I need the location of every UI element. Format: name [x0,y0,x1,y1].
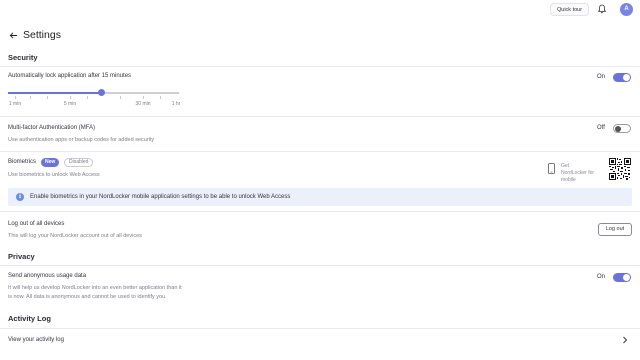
toggle-knob [623,74,630,81]
usage-toggle-label: On [597,274,606,280]
slider-tick [47,96,48,99]
log-out-button[interactable]: Log out [598,223,632,236]
get-mobile-app-text[interactable]: Get NordLocker for mobile [561,163,595,184]
logout-all-title: Log out of all devices [8,221,65,227]
divider [0,211,640,212]
slider-label-30min: 30 min [135,101,151,107]
mfa-title: Multi-factor Authentication (MFA) [8,125,96,131]
view-activity-log-link[interactable]: View your activity log [8,337,64,343]
biometrics-title: Biometrics [8,159,37,165]
qr-code-icon [609,158,631,180]
disabled-badge: Disabled [64,158,94,167]
slider-label-1hr: 1 hr [171,101,181,107]
autolock-toggle-label: On [597,74,606,80]
autolock-slider-fill [8,92,101,94]
toggle-knob [623,274,630,281]
slider-tick [160,96,161,99]
usage-data-toggle[interactable] [613,273,631,282]
info-banner-text: Enable biometrics in your NordLocker mob… [30,193,291,200]
bell-icon[interactable] [597,4,607,14]
smartphone-icon [548,163,555,174]
page-header: Settings [9,29,61,41]
toggle-knob [615,125,621,132]
slider-tick [70,96,71,99]
info-icon: i [16,193,24,201]
divider [0,66,640,67]
slider-tick [30,96,31,99]
biometrics-info-banner: i Enable biometrics in your NordLocker m… [8,188,632,206]
section-security-heading: Security [8,53,38,62]
divider [0,265,640,266]
usage-data-subtitle-line2: is now. All data is anonymous and cannot… [8,294,167,300]
autolock-toggle[interactable] [613,73,631,82]
mfa-subtitle: Use authentication apps or backup codes … [8,137,155,143]
slider-tick [15,96,16,99]
autolock-slider-thumb[interactable] [97,89,105,96]
usage-data-title: Send anonymous usage data [8,273,87,279]
quick-tour-button[interactable]: Quick tour [550,3,590,16]
section-privacy-heading: Privacy [8,252,35,261]
mfa-toggle-label: Off [597,125,605,131]
autolock-title: Automatically lock application after 15 … [8,73,132,79]
chevron-right-icon[interactable] [622,336,628,344]
new-badge: New [41,158,60,167]
slider-tick [143,96,144,99]
divider [0,328,640,329]
slider-label-5min: 5 min [63,101,77,107]
page-title: Settings [23,29,61,41]
biometrics-subtitle: Use biometrics to unlock Web Access [8,172,100,178]
divider [0,151,640,152]
logout-all-subtitle: This will log your NordLocker account ou… [8,233,142,239]
top-bar: Quick tour A [0,0,640,20]
slider-tick [120,96,121,99]
usage-data-subtitle-line1: It will help us develop NordLocker into … [8,285,182,291]
section-activity-heading: Activity Log [8,314,51,323]
slider-label-1min: 1 min [8,101,22,107]
slider-tick [87,96,88,99]
divider [0,116,640,117]
arrow-left-icon[interactable] [9,31,18,40]
avatar[interactable]: A [620,3,633,16]
mfa-toggle[interactable] [613,124,631,133]
